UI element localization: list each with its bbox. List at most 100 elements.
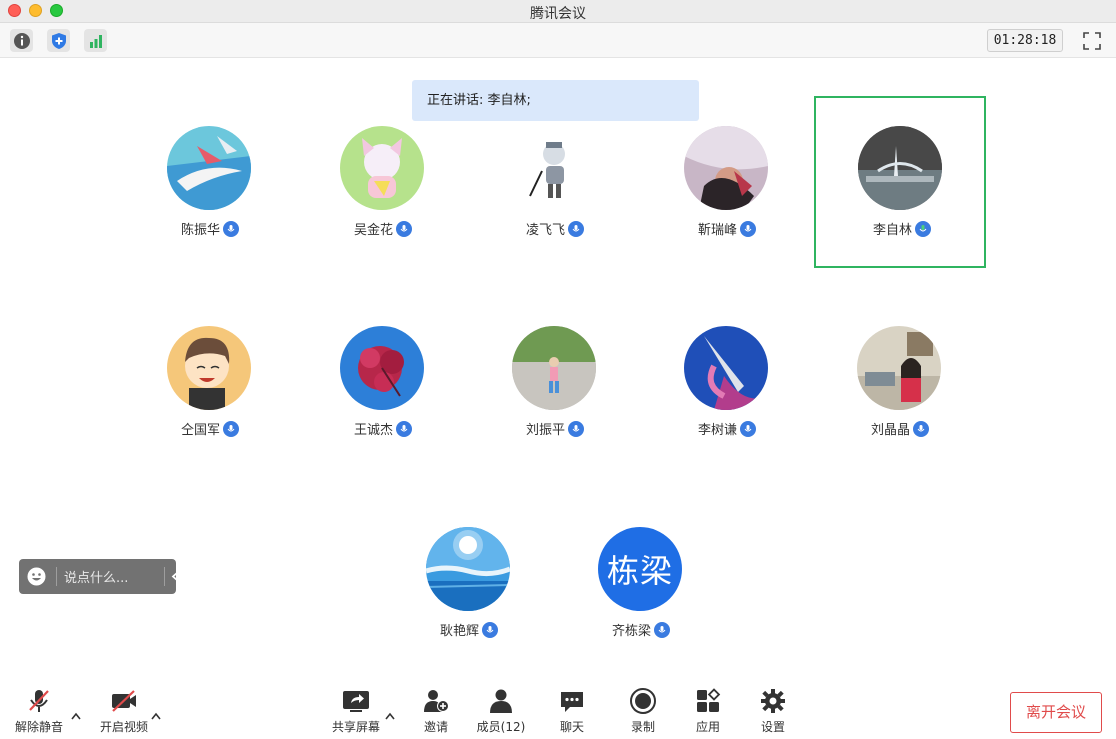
chevron-up-icon[interactable] xyxy=(70,706,82,720)
chat-button[interactable]: 聊天 xyxy=(555,688,589,736)
participant-name-row: 靳瑞峰 xyxy=(641,219,813,238)
members-button[interactable]: 成员(12) xyxy=(476,688,526,736)
avatar-initials: 栋梁 xyxy=(598,527,682,611)
mic-icon xyxy=(568,420,584,437)
participant-tile[interactable]: 耿艳辉 xyxy=(383,498,555,670)
settings-button[interactable]: 设置 xyxy=(756,688,790,736)
unmute-button[interactable]: 解除静音 xyxy=(14,688,64,736)
title-bar: 腾讯会议 xyxy=(0,0,1116,23)
participant-tile[interactable]: 王诚杰 xyxy=(297,297,469,469)
apps-button[interactable]: 应用 xyxy=(691,688,725,736)
mic-icon xyxy=(482,621,498,638)
share-screen-button[interactable]: 共享屏幕 xyxy=(330,688,382,736)
participant-name-row: 刘振平 xyxy=(469,419,641,438)
mic-muted-icon xyxy=(25,688,53,714)
unmute-label: 解除静音 xyxy=(14,720,63,734)
chevron-up-icon[interactable] xyxy=(150,706,162,720)
meeting-window: 腾讯会议 01:28:18 正在讲话: 李自林; 陈振华 吴金花 凌飞飞 靳瑞峰… xyxy=(0,0,1116,739)
mic-icon xyxy=(223,420,239,437)
meeting-timer: 01:28:18 xyxy=(987,29,1063,52)
top-toolbar: 01:28:18 xyxy=(0,23,1116,58)
leave-meeting-button[interactable]: 离开会议 xyxy=(1010,692,1102,733)
participant-name-row: 刘晶晶 xyxy=(814,419,986,438)
emoji-icon[interactable] xyxy=(27,567,46,586)
avatar xyxy=(512,126,596,210)
participant-name-row: 凌飞飞 xyxy=(469,219,641,238)
gear-icon xyxy=(759,688,787,714)
mic-icon xyxy=(740,220,756,237)
mic-icon xyxy=(396,220,412,237)
participant-name: 李自林 xyxy=(872,223,912,238)
participant-name: 吴金花 xyxy=(353,223,393,238)
members-label: 成员(12) xyxy=(476,720,526,734)
avatar xyxy=(858,126,942,210)
window-title: 腾讯会议 xyxy=(530,6,586,22)
apps-grid-icon xyxy=(694,688,722,714)
avatar xyxy=(167,326,251,410)
participant-tile[interactable]: 凌飞飞 xyxy=(469,97,641,269)
record-button[interactable]: 录制 xyxy=(626,688,660,736)
apps-label: 应用 xyxy=(695,720,720,734)
participant-name-row: 李自林 xyxy=(816,219,988,238)
invite-label: 邀请 xyxy=(423,720,448,734)
participant-name: 刘振平 xyxy=(525,423,565,438)
participant-name: 耿艳辉 xyxy=(439,624,479,639)
participant-name-row: 仝国军 xyxy=(124,419,296,438)
avatar xyxy=(684,326,768,410)
start-video-button[interactable]: 开启视频 xyxy=(98,688,150,736)
participant-name: 齐栋梁 xyxy=(611,624,651,639)
shield-icon[interactable] xyxy=(47,29,70,52)
camera-off-icon xyxy=(110,688,138,714)
participant-name-row: 耿艳辉 xyxy=(383,620,555,639)
participant-tile[interactable]: 仝国军 xyxy=(124,297,296,469)
chat-label: 聊天 xyxy=(559,720,584,734)
participant-name: 陈振华 xyxy=(180,223,220,238)
participant-name: 凌飞飞 xyxy=(525,223,565,238)
avatar xyxy=(426,527,510,611)
participant-name: 李树谦 xyxy=(697,423,737,438)
mic-speaking-icon xyxy=(915,220,931,237)
participant-name-row: 王诚杰 xyxy=(297,419,469,438)
chat-bubble-icon xyxy=(558,688,586,714)
participant-tile[interactable]: 栋梁 齐栋梁 xyxy=(555,498,727,670)
chevron-left-icon[interactable] xyxy=(169,567,181,586)
divider xyxy=(164,567,165,586)
mic-icon xyxy=(568,220,584,237)
participant-name: 王诚杰 xyxy=(353,423,393,438)
invite-button[interactable]: 邀请 xyxy=(419,688,453,736)
participant-name-row: 齐栋梁 xyxy=(555,620,727,639)
share-screen-icon xyxy=(342,688,370,714)
add-user-icon xyxy=(422,688,450,714)
avatar xyxy=(857,326,941,410)
participant-tile[interactable]: 刘晶晶 xyxy=(814,297,986,469)
participant-tile[interactable]: 李树谦 xyxy=(641,297,813,469)
info-icon[interactable] xyxy=(10,29,33,52)
participant-tile-active-speaker[interactable]: 李自林 xyxy=(814,96,986,268)
avatar xyxy=(340,126,424,210)
share-label: 共享屏幕 xyxy=(331,720,380,734)
mic-icon xyxy=(740,420,756,437)
quick-chat-box[interactable]: 说点什么... xyxy=(19,559,179,594)
members-icon xyxy=(487,688,515,714)
fullscreen-icon[interactable] xyxy=(1082,31,1102,51)
settings-label: 设置 xyxy=(760,720,785,734)
participant-tile[interactable]: 靳瑞峰 xyxy=(641,97,813,269)
record-label: 录制 xyxy=(630,720,655,734)
participant-tile[interactable]: 陈振华 xyxy=(124,97,296,269)
mic-icon xyxy=(654,621,670,638)
participant-name-row: 李树谦 xyxy=(641,419,813,438)
mic-icon xyxy=(223,220,239,237)
participant-tile[interactable]: 刘振平 xyxy=(469,297,641,469)
participant-name-row: 吴金花 xyxy=(297,219,469,238)
chat-input[interactable]: 说点什么... xyxy=(64,567,128,586)
mic-icon xyxy=(913,420,929,437)
video-label: 开启视频 xyxy=(99,720,148,734)
avatar xyxy=(340,326,424,410)
participant-name-row: 陈振华 xyxy=(124,219,296,238)
chevron-up-icon[interactable] xyxy=(384,706,396,720)
participant-name: 仝国军 xyxy=(180,423,220,438)
avatar xyxy=(512,326,596,410)
divider xyxy=(56,567,57,586)
participant-tile[interactable]: 吴金花 xyxy=(297,97,469,269)
signal-icon[interactable] xyxy=(84,29,107,52)
